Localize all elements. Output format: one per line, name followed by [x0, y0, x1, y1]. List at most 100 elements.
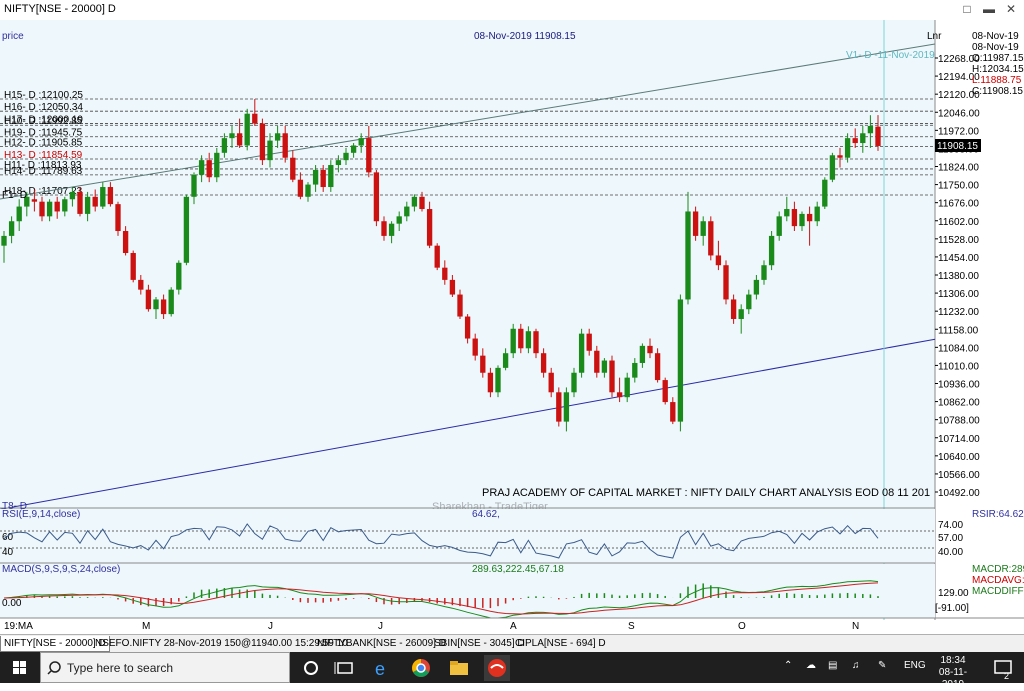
candle-body — [822, 179, 828, 207]
candle-body — [305, 184, 311, 197]
rsi-left-tick-40: 40 — [2, 547, 14, 558]
candle-body — [533, 331, 539, 354]
candle-body — [290, 157, 296, 180]
notification-count: 2 — [1004, 671, 1009, 681]
candle-body — [160, 299, 167, 315]
candle-body — [267, 140, 273, 161]
candle-body — [236, 133, 243, 146]
candle-body — [837, 155, 843, 158]
candle-body — [685, 211, 691, 300]
candle-body — [62, 199, 68, 212]
candle-body — [563, 392, 570, 422]
y-tick-label: 11454.00 — [938, 253, 979, 264]
candle-body — [510, 328, 516, 354]
level-label: H10- D :11992.85 — [4, 116, 83, 127]
cortana-icon[interactable] — [298, 655, 324, 681]
taskbar-search-box[interactable]: Type here to search — [40, 652, 290, 683]
tradetiger-app-icon[interactable] — [484, 655, 510, 681]
candle-body — [122, 231, 129, 254]
candle-body — [92, 196, 98, 207]
candle-body — [502, 353, 509, 368]
file-explorer-icon[interactable] — [446, 655, 472, 681]
candle-body — [670, 402, 676, 422]
candle-body — [1, 235, 7, 246]
macd-tick-129: 129.00 — [938, 588, 969, 599]
weather-icon[interactable]: ☁ — [806, 660, 816, 671]
close-button[interactable]: ✕ — [1002, 1, 1020, 17]
candle-body — [31, 199, 38, 202]
candle-body — [214, 152, 220, 178]
tab-cipla[interactable]: CIPLA[NSE - 694] D — [512, 636, 609, 651]
macd-panel[interactable] — [0, 564, 935, 618]
rsi-panel[interactable] — [0, 509, 935, 563]
candle-body — [259, 123, 266, 161]
candle-body — [860, 133, 866, 144]
y-tick-label: 11528.00 — [938, 235, 979, 246]
candle-body — [457, 294, 463, 317]
candle-body — [168, 289, 174, 315]
candle-body — [571, 372, 577, 393]
search-icon — [47, 661, 61, 675]
pen-icon[interactable]: ✎ — [878, 660, 886, 671]
macd-left-tick: 0.00 — [2, 598, 22, 609]
restore-button[interactable]: □ — [958, 1, 976, 17]
tab-nsefo-nifty[interactable]: NSEFO.NIFTY 28-Nov-2019 150@11940.00 15:… — [92, 636, 351, 651]
candle-body — [244, 113, 250, 146]
candle-body — [69, 191, 76, 200]
candle-body — [221, 138, 228, 153]
scale-label: Lnr — [927, 31, 942, 42]
task-view-icon[interactable] — [332, 655, 358, 681]
candle-body — [738, 309, 744, 319]
language-indicator[interactable]: ENG — [904, 660, 926, 671]
candle-body — [252, 113, 258, 124]
candle-body — [829, 155, 836, 180]
candle-body — [419, 196, 425, 210]
y-tick-label: 10640.00 — [938, 452, 980, 463]
y-tick-label: 11676.00 — [938, 199, 979, 210]
x-tick-label: O — [738, 621, 746, 632]
start-button[interactable] — [0, 652, 40, 683]
edge-browser-icon[interactable]: e — [370, 655, 396, 681]
candle-body — [601, 360, 608, 373]
clock-date: 08-11-2019 — [938, 667, 968, 690]
tab-niftybank[interactable]: NIFTYBANK[NSE - 26009] D — [314, 636, 449, 651]
macd-legend-r: MACDR:289 — [972, 564, 1024, 575]
candle-body — [191, 174, 197, 197]
volume-icon[interactable]: ♫ — [852, 660, 860, 671]
ohlc-high: H:12034.15 — [972, 64, 1024, 75]
network-icon[interactable]: ▤ — [828, 660, 837, 671]
candle-body — [411, 196, 418, 207]
date-price-header: 08-Nov-2019 11908.15 — [474, 31, 576, 42]
candle-body — [366, 138, 372, 173]
candle-body — [677, 299, 684, 422]
candle-body — [343, 152, 349, 161]
candle-body — [176, 262, 182, 290]
price-chart[interactable]: H15- D :12100.25H16- D :12050.34H17- D :… — [0, 20, 1024, 635]
y-tick-label: 11306.00 — [938, 289, 979, 300]
y-tick-label: 10862.00 — [938, 398, 980, 409]
x-tick-label: N — [852, 621, 859, 632]
notification-icon[interactable]: 2 — [990, 655, 1016, 681]
y-tick-label: 10566.00 — [938, 470, 980, 481]
candle-body — [556, 392, 562, 422]
level-label: H16- D :12050.34 — [4, 102, 83, 113]
candle-body — [16, 206, 22, 222]
candle-body — [662, 380, 668, 403]
candle-body — [784, 209, 790, 217]
candle-body — [867, 125, 874, 134]
taskbar-clock[interactable]: 18:34 08-11-2019 — [928, 655, 978, 691]
y-tick-label: 11380.00 — [938, 271, 979, 282]
y-tick-label: 11084.00 — [938, 343, 979, 354]
candle-body — [84, 196, 91, 214]
candle-body — [525, 331, 532, 349]
macd-values: 289.63,222.45,67.18 — [472, 564, 564, 575]
x-tick-label: J — [268, 621, 273, 632]
candle-body — [464, 316, 471, 339]
tray-chevron-icon[interactable]: ⌃ — [784, 660, 792, 671]
level-label: H15- D :12100.25 — [4, 90, 83, 101]
minimize-button[interactable]: ▬ — [980, 1, 998, 17]
x-tick-label: J — [378, 621, 383, 632]
candle-body — [806, 213, 813, 222]
chrome-icon[interactable] — [408, 655, 434, 681]
candle-body — [700, 221, 706, 236]
